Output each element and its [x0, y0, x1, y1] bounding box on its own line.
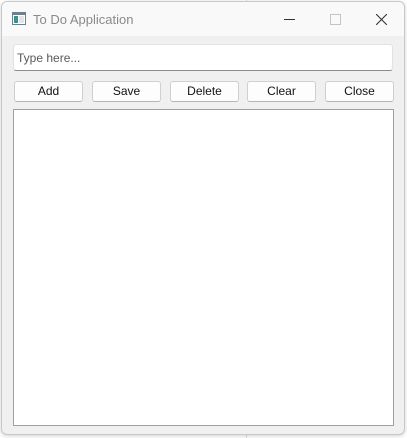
- clear-button[interactable]: Clear: [247, 81, 316, 102]
- close-icon: [375, 13, 387, 25]
- task-input[interactable]: [13, 44, 393, 71]
- app-window-icon: [12, 12, 26, 25]
- title-bar[interactable]: To Do Application: [2, 2, 404, 36]
- maximize-button[interactable]: [312, 2, 358, 36]
- minimize-icon: [283, 14, 295, 25]
- task-list[interactable]: [13, 109, 394, 426]
- close-window-button[interactable]: [358, 2, 404, 36]
- minimize-button[interactable]: [266, 2, 312, 36]
- maximize-icon: [329, 13, 341, 25]
- window-title: To Do Application: [33, 12, 134, 27]
- save-button[interactable]: Save: [92, 81, 161, 102]
- button-row: Add Save Delete Clear Close: [13, 81, 394, 103]
- delete-button[interactable]: Delete: [170, 81, 239, 102]
- add-button[interactable]: Add: [14, 81, 83, 102]
- app-window: To Do Application Type here... Add Save …: [1, 1, 405, 435]
- close-button[interactable]: Close: [325, 81, 394, 102]
